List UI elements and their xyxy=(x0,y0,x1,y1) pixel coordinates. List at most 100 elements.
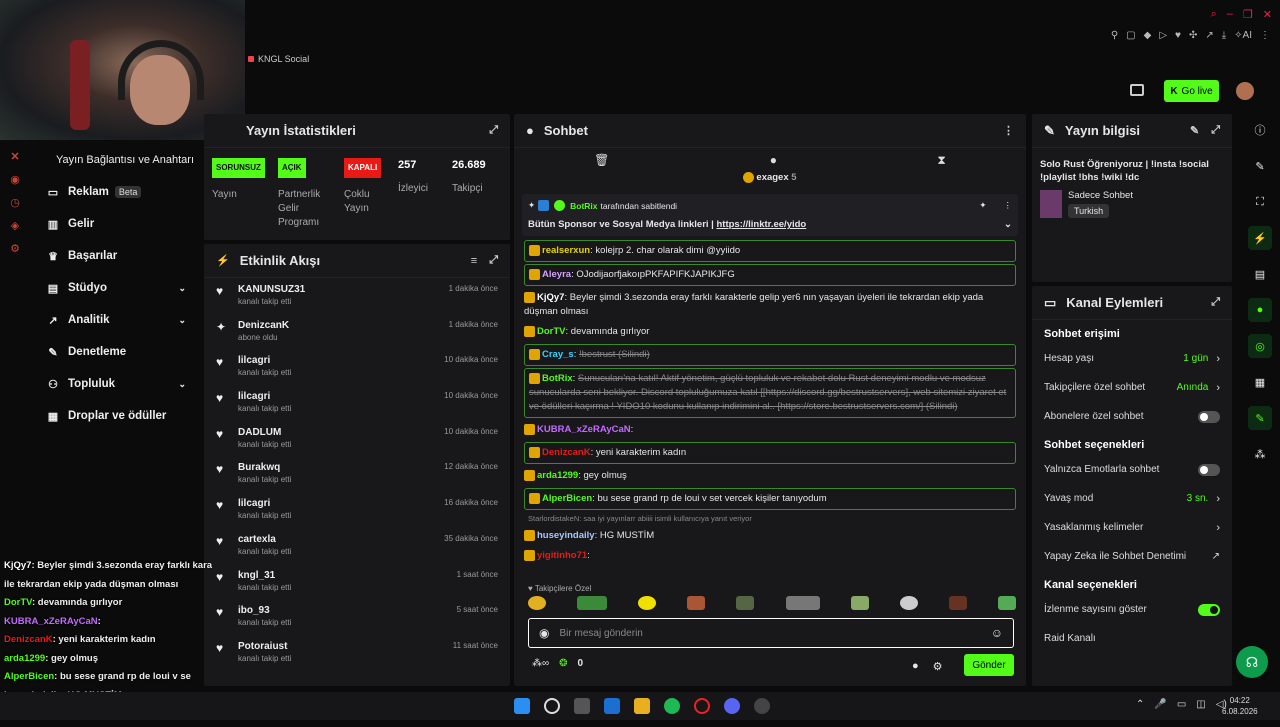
emote-icon[interactable] xyxy=(850,596,869,610)
heart-icon[interactable]: ♥ xyxy=(1175,30,1181,41)
chat-username[interactable]: realserxun xyxy=(542,245,590,256)
download-icon[interactable]: ⤓ xyxy=(1222,30,1226,41)
wrench-icon[interactable]: ✎ xyxy=(1248,406,1272,430)
emote-icon[interactable] xyxy=(687,596,706,610)
chat-username[interactable]: DenizcanK xyxy=(542,447,591,458)
filter-icon[interactable]: ≡ xyxy=(471,255,477,267)
document-icon[interactable]: ▤ xyxy=(1248,262,1272,286)
activity-row[interactable]: ♥ Burakwq kanalı takip etti 12 dakika önce xyxy=(204,456,510,492)
go-live-button[interactable]: K Go live xyxy=(1164,80,1219,102)
settings-icon[interactable]: ⚙ xyxy=(8,242,22,255)
nav-item-studyo[interactable]: ▤ Stüdyo ⌄ xyxy=(30,272,206,304)
chat-username[interactable]: DorTV xyxy=(537,326,566,337)
chat-username[interactable]: AlperBicen xyxy=(542,493,592,504)
emote-icon[interactable] xyxy=(948,596,967,610)
gear-icon[interactable]: ⚙ xyxy=(933,660,943,673)
outlook-icon[interactable] xyxy=(604,698,620,714)
restore-icon[interactable]: ❐ xyxy=(1243,8,1253,21)
chat-username[interactable]: Cray_s xyxy=(542,349,574,360)
chat-icon[interactable]: ● xyxy=(1248,298,1272,322)
action-row[interactable]: Yapay Zeka ile Sohbet Denetimi ↗ xyxy=(1032,542,1232,571)
chat-message[interactable]: arda1299: gey olmuş xyxy=(514,466,1026,486)
search-icon[interactable] xyxy=(544,698,560,714)
nav-item-denetleme[interactable]: ✎ Denetleme xyxy=(30,336,206,368)
more-icon[interactable]: ⋮ xyxy=(1004,200,1013,211)
activity-row[interactable]: ♥ kngl_31 kanalı takip etti 1 saat önce xyxy=(204,564,510,600)
hourglass-icon[interactable]: ⧗ xyxy=(937,153,945,168)
chat-username[interactable]: KjQy7 xyxy=(537,292,564,303)
list-icon[interactable]: ▦ xyxy=(1248,370,1272,394)
chat-username[interactable]: Aleyra xyxy=(542,269,571,280)
nav-title[interactable]: Yayın Bağlantısı ve Anahtarı xyxy=(30,150,206,176)
action-row[interactable]: Yalnızca Emotlarla sohbet xyxy=(1032,455,1232,484)
discord-icon[interactable] xyxy=(724,698,740,714)
chat-icon[interactable]: ● xyxy=(770,153,777,167)
folder-icon[interactable] xyxy=(634,698,650,714)
category-name[interactable]: Sadece Sohbet xyxy=(1068,190,1133,201)
popout-icon[interactable]: ⤢ xyxy=(1211,124,1220,137)
user-avatar[interactable] xyxy=(1236,82,1254,100)
edit-icon[interactable]: ✎ xyxy=(1190,124,1199,137)
chat-message[interactable]: KUBRA_xZeRAyCaN: xyxy=(514,420,1026,440)
nav-item-topluluk[interactable]: ⚇ Topluluk ⌄ xyxy=(30,368,206,400)
chat-message[interactable]: AlperBicen: bu sese grand rp de loui v s… xyxy=(524,488,1016,510)
users-icon[interactable]: ⁂∞ xyxy=(532,658,549,669)
action-row[interactable]: Abonelere özel sohbet xyxy=(1032,402,1232,431)
record-icon[interactable]: ◉ xyxy=(8,173,22,186)
chat-input[interactable]: ◉ Bir mesaj gönderin ☺ xyxy=(528,618,1014,648)
ai-icon[interactable]: ✧AI xyxy=(1234,30,1252,41)
toggle-switch[interactable] xyxy=(1198,603,1220,616)
popout-icon[interactable]: ⤢ xyxy=(489,254,498,267)
chat-username[interactable]: huseyindaily xyxy=(537,530,595,541)
emote-icon[interactable] xyxy=(997,596,1016,610)
chat-message[interactable]: KjQy7: Beyler şimdi 3.sezonda eray farkl… xyxy=(514,288,1026,322)
support-button[interactable]: ☊ xyxy=(1236,646,1268,678)
monitor-icon[interactable]: ▭ xyxy=(1177,699,1186,710)
users-icon[interactable]: ⁂ xyxy=(1248,442,1272,466)
action-row[interactable]: Raid Kanalı xyxy=(1032,624,1232,653)
chat-message[interactable]: DenizcanK: yeni karakterim kadın xyxy=(524,442,1016,464)
action-row[interactable]: Hesap yaşı 1 gün › xyxy=(1032,344,1232,373)
chat-message[interactable]: DorTV: devamında gırlıyor xyxy=(514,322,1026,342)
chevron-up-icon[interactable]: ⌃ xyxy=(1136,699,1144,710)
opera-icon[interactable] xyxy=(694,698,710,714)
chat-message[interactable]: realserxun: kolejrp 2. char olarak dimi … xyxy=(524,240,1016,262)
nav-item-analitik[interactable]: ↗ Analitik ⌄ xyxy=(30,304,206,336)
puzzle-icon[interactable]: ✣ xyxy=(1189,30,1197,41)
send-button[interactable]: Gönder xyxy=(964,654,1014,676)
close-icon[interactable]: ✕ xyxy=(1263,8,1272,21)
trash-icon[interactable]: 🗑 xyxy=(594,153,609,167)
emote-icon[interactable] xyxy=(577,596,608,610)
activity-row[interactable]: ♥ KANUNSUZ31 kanalı takip etti 1 dakika önc… xyxy=(204,278,510,314)
action-row[interactable]: İzlenme sayısını göster xyxy=(1032,595,1232,624)
activity-row[interactable]: ♥ Potoraiust kanalı takip etti 11 saat önce xyxy=(204,635,510,671)
network-icon[interactable]: ◫ xyxy=(1196,699,1205,710)
chat-username[interactable]: arda1299 xyxy=(537,470,578,481)
popout-icon[interactable]: ⤢ xyxy=(489,124,498,137)
crop-icon[interactable]: ▢ xyxy=(1126,30,1135,41)
emote-icon[interactable] xyxy=(899,596,918,610)
emoji-icon[interactable]: ☺ xyxy=(991,626,1003,640)
emote-icon[interactable] xyxy=(785,596,820,610)
emote-icon[interactable] xyxy=(638,596,657,610)
pinned-link[interactable]: https://linktr.ee/yido xyxy=(716,219,806,230)
clock-icon[interactable]: ◷ xyxy=(8,196,22,209)
store-icon[interactable] xyxy=(574,698,590,714)
chat-message[interactable]: Aleyra: OJodijaorfjakoıpPKFAPIFKJAPIKJFG xyxy=(524,264,1016,286)
share-icon[interactable]: ↗ xyxy=(1205,30,1213,41)
nav-item-gelir[interactable]: ▥ Gelir xyxy=(30,208,206,240)
chat-username[interactable]: yigitinho71 xyxy=(537,550,587,561)
minimize-icon[interactable]: – xyxy=(1227,8,1233,21)
chat-message[interactable]: BotRix: Sunucuları'na katıl! Aktif yönet… xyxy=(524,368,1016,418)
chat-message[interactable]: huseyindaily: HG MUSTİM xyxy=(514,526,1026,546)
nav-item-reklam[interactable]: ▭ Reklam Beta xyxy=(30,176,206,208)
more-icon[interactable]: ⋮ xyxy=(1003,124,1014,137)
activity-row[interactable]: ♥ lilcagri kanalı takip etti 10 dakika önce xyxy=(204,385,510,421)
tag-icon[interactable]: ◈ xyxy=(8,219,22,232)
emote-icon[interactable] xyxy=(736,596,755,610)
activity-row[interactable]: ✦ DenizcanK abone oldu 1 dakika önce xyxy=(204,314,510,350)
chat-icon[interactable]: ● xyxy=(912,660,919,673)
activity-row[interactable]: ♥ lilcagri kanalı takip etti 10 dakika önce xyxy=(204,349,510,385)
popout-icon[interactable]: ⤢ xyxy=(1211,296,1220,309)
search-icon[interactable]: ⌕ xyxy=(1211,8,1217,21)
